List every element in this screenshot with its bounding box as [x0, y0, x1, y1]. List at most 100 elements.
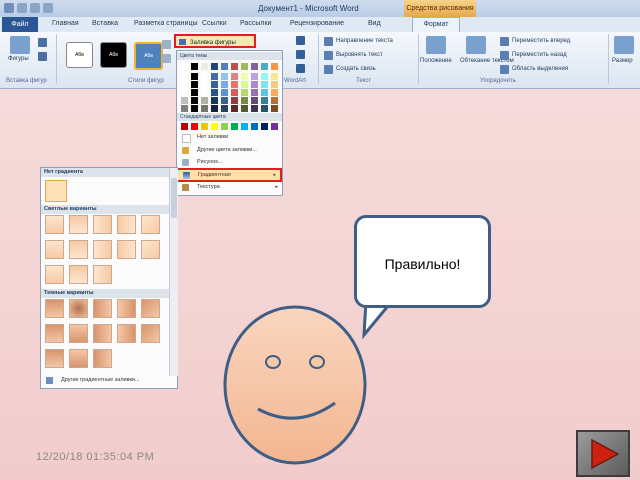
theme-color-swatch[interactable] [191, 73, 198, 80]
tab-insert[interactable]: Вставка [92, 20, 118, 27]
theme-color-swatch[interactable] [231, 89, 238, 96]
light-gradient-swatch[interactable] [69, 240, 88, 259]
theme-color-swatch[interactable] [271, 81, 278, 88]
wordart-effects-icon[interactable] [296, 64, 305, 73]
wordart-text-fill-icon[interactable] [296, 36, 305, 45]
align-text-button[interactable]: Выровнять текст [336, 52, 383, 58]
tab-view[interactable]: Вид [368, 20, 381, 27]
gallery-scroll-up-icon[interactable] [162, 40, 171, 49]
position-icon[interactable] [426, 36, 446, 54]
send-backward-button[interactable]: Переместить назад [512, 52, 567, 58]
dark-gradient-swatch[interactable] [93, 299, 112, 318]
theme-color-swatch[interactable] [241, 73, 248, 80]
theme-color-swatch[interactable] [261, 89, 268, 96]
theme-color-swatch[interactable] [221, 89, 228, 96]
tab-home[interactable]: Главная [52, 20, 79, 27]
theme-color-swatch[interactable] [241, 89, 248, 96]
theme-color-swatch[interactable] [181, 63, 188, 70]
theme-color-swatch[interactable] [191, 81, 198, 88]
dark-gradient-swatch[interactable] [93, 324, 112, 343]
theme-color-swatch[interactable] [201, 81, 208, 88]
theme-color-swatch[interactable] [211, 97, 218, 104]
light-gradient-swatch[interactable] [93, 240, 112, 259]
menu-item-more-colors[interactable]: Другие цвета заливки... [177, 145, 282, 156]
text-direction-button[interactable]: Направление текста [336, 38, 393, 44]
theme-color-swatch[interactable] [201, 89, 208, 96]
standard-color-swatch[interactable] [191, 123, 198, 130]
size-button[interactable]: Размер [612, 58, 633, 64]
theme-color-swatch[interactable] [211, 73, 218, 80]
next-slide-button[interactable] [576, 430, 630, 477]
theme-color-swatch[interactable] [231, 105, 238, 112]
theme-color-swatch[interactable] [241, 63, 248, 70]
theme-color-swatch[interactable] [251, 105, 258, 112]
more-gradient-fills-link[interactable]: Другие градиентные заливки... [41, 374, 169, 386]
standard-color-swatch[interactable] [241, 123, 248, 130]
theme-color-swatch[interactable] [241, 81, 248, 88]
tab-format[interactable]: Формат [412, 17, 460, 33]
tab-mailings[interactable]: Рассылки [240, 20, 271, 27]
light-gradient-swatch[interactable] [45, 265, 64, 284]
dark-gradient-swatch[interactable] [93, 349, 112, 368]
light-gradient-swatch[interactable] [45, 240, 64, 259]
theme-color-swatch[interactable] [211, 63, 218, 70]
shape-fill-button[interactable]: Заливка фигуры [174, 34, 256, 48]
light-gradient-swatch[interactable] [141, 215, 160, 234]
standard-color-swatch[interactable] [201, 123, 208, 130]
theme-color-swatch[interactable] [261, 73, 268, 80]
light-gradient-swatch[interactable] [93, 215, 112, 234]
dark-gradient-swatch[interactable] [117, 324, 136, 343]
theme-color-swatch[interactable] [181, 89, 188, 96]
theme-color-swatch[interactable] [231, 73, 238, 80]
text-box-icon[interactable] [38, 52, 47, 61]
theme-color-swatch[interactable] [261, 105, 268, 112]
theme-color-swatch[interactable] [261, 81, 268, 88]
theme-color-swatch[interactable] [251, 89, 258, 96]
gallery-scrollbar[interactable] [169, 168, 178, 376]
menu-item-gradient[interactable]: Градиентная ▸ [176, 168, 282, 182]
light-gradient-swatch[interactable] [141, 240, 160, 259]
theme-color-swatch[interactable] [251, 63, 258, 70]
theme-color-swatch[interactable] [211, 89, 218, 96]
standard-color-swatch[interactable] [271, 123, 278, 130]
theme-color-swatch[interactable] [211, 105, 218, 112]
theme-color-swatch[interactable] [251, 97, 258, 104]
theme-color-swatch[interactable] [201, 97, 208, 104]
light-gradient-swatch[interactable] [45, 215, 64, 234]
theme-color-swatch[interactable] [181, 97, 188, 104]
theme-color-swatch[interactable] [191, 63, 198, 70]
theme-color-swatch[interactable] [271, 89, 278, 96]
dark-gradient-swatch[interactable] [69, 349, 88, 368]
theme-color-swatch[interactable] [271, 105, 278, 112]
bring-forward-button[interactable]: Переместить вперед [512, 38, 570, 44]
dark-gradient-swatch[interactable] [141, 299, 160, 318]
create-link-button[interactable]: Создать связь [336, 66, 376, 72]
light-gradient-swatch[interactable] [117, 240, 136, 259]
theme-color-swatch[interactable] [191, 97, 198, 104]
shape-style-2[interactable]: Абв [100, 42, 127, 68]
theme-color-swatch[interactable] [221, 63, 228, 70]
theme-color-swatch[interactable] [271, 97, 278, 104]
dark-gradient-swatch[interactable] [69, 324, 88, 343]
theme-color-swatch[interactable] [251, 73, 258, 80]
no-gradient-swatch[interactable] [45, 180, 67, 202]
theme-color-swatch[interactable] [231, 81, 238, 88]
tab-file[interactable]: Файл [2, 17, 38, 32]
tab-references[interactable]: Ссылки [202, 20, 227, 27]
theme-color-swatch[interactable] [211, 81, 218, 88]
standard-color-swatch[interactable] [211, 123, 218, 130]
light-gradient-swatch[interactable] [69, 265, 88, 284]
theme-color-swatch[interactable] [221, 97, 228, 104]
shape-style-1[interactable]: Абв [66, 42, 93, 68]
theme-color-swatch[interactable] [231, 63, 238, 70]
wrap-text-icon[interactable] [466, 36, 486, 54]
tab-page-layout[interactable]: Разметка страницы [134, 20, 198, 27]
standard-color-swatch[interactable] [251, 123, 258, 130]
wordart-outline-icon[interactable] [296, 50, 305, 59]
light-gradient-swatch[interactable] [117, 215, 136, 234]
dark-gradient-swatch[interactable] [45, 324, 64, 343]
dark-gradient-swatch[interactable] [117, 299, 136, 318]
dark-gradient-swatch[interactable] [141, 324, 160, 343]
shape-style-3[interactable]: Абв [134, 42, 163, 70]
theme-color-swatch[interactable] [201, 63, 208, 70]
